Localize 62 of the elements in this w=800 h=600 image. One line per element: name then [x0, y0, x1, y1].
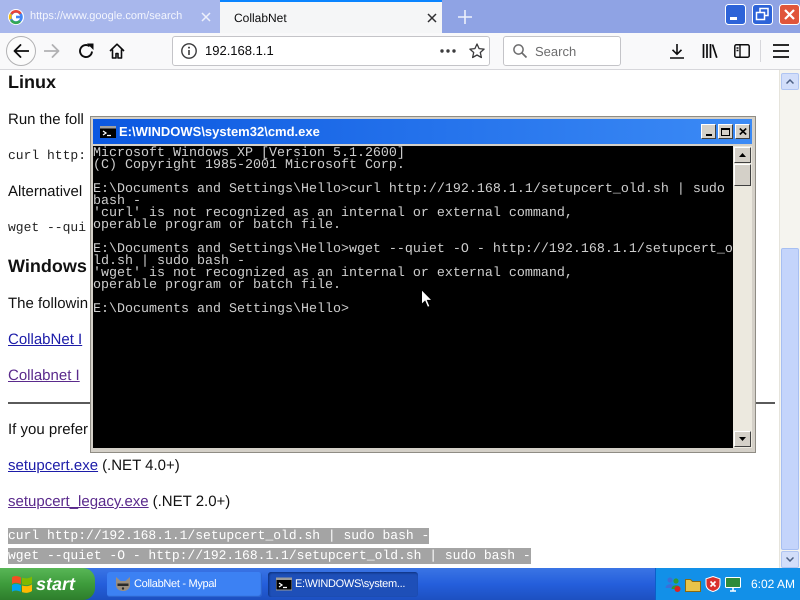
taskbar-button[interactable]: E:\WINDOWS\system... — [268, 572, 418, 596]
close-icon — [738, 128, 746, 135]
code-text: wget --quiet -O - http://192.168.1.1/setupcert_old.sh | sudo bash - — [8, 548, 531, 564]
minimize-icon[interactable] — [725, 4, 746, 25]
code-text: wget --qui — [8, 219, 86, 237]
menu-icon[interactable] — [773, 44, 789, 58]
info-icon[interactable] — [181, 43, 197, 59]
taskbar-button[interactable]: CollabNet - Mypal — [107, 572, 262, 596]
shield-icon[interactable] — [705, 576, 721, 592]
sidebar-icon[interactable] — [734, 44, 750, 58]
chevron-up-icon — [786, 79, 794, 84]
search-field[interactable]: Search — [503, 36, 621, 66]
code-text: curl http: — [8, 147, 86, 165]
home-icon[interactable] — [109, 43, 125, 59]
console-text: E:\Documents and Settings\Hello> — [93, 304, 350, 316]
folder-icon[interactable] — [685, 576, 701, 592]
flag-icon — [12, 575, 32, 593]
window-title: E:\WINDOWS\system32\cmd.exe — [119, 122, 320, 141]
link[interactable]: CollabNet I — [8, 330, 82, 350]
console-icon — [276, 576, 292, 592]
maximize-icon — [721, 128, 730, 136]
console-icon — [100, 126, 116, 138]
pointer-icon — [421, 289, 433, 308]
arrow-up-icon — [739, 153, 746, 157]
console-text: (C) Copyright 1985-2001 Microsoft Corp. — [93, 160, 406, 172]
code-text: curl http://192.168.1.1/setupcert_old.sh | sudo bash - — [8, 528, 430, 544]
monitor-icon[interactable] — [725, 576, 741, 592]
section-heading: Linux — [8, 71, 56, 94]
paragraph-text: Run the foll — [8, 110, 84, 130]
animal-head-icon — [115, 576, 131, 592]
minimize-button[interactable] — [701, 124, 716, 139]
address-field[interactable]: 192.168.1.1 — [172, 36, 490, 66]
minimize-icon — [706, 134, 712, 136]
reload-icon[interactable] — [78, 43, 94, 59]
download-link[interactable]: setupcert_legacy.exe — [8, 492, 149, 512]
close-button[interactable] — [735, 124, 750, 139]
console-text: operable program or batch file. — [93, 280, 342, 292]
paragraph-text: If you prefer — [8, 420, 88, 440]
library-icon[interactable] — [702, 43, 718, 59]
search-icon — [513, 44, 527, 58]
arrow-down-icon — [739, 437, 746, 441]
paragraph-text: The followin — [8, 294, 88, 314]
download-icon[interactable] — [669, 43, 685, 59]
link[interactable]: Collabnet I — [8, 366, 80, 386]
section-heading: Windows — [8, 255, 87, 278]
maximize-button[interactable] — [718, 124, 733, 139]
download-link[interactable]: setupcert.exe — [8, 456, 98, 476]
arrow-left-icon — [13, 44, 29, 58]
restore-icon[interactable] — [752, 4, 773, 25]
chevron-down-icon — [786, 557, 794, 562]
star-icon[interactable] — [469, 43, 485, 59]
more-icon[interactable] — [440, 49, 456, 53]
version-note: (.NET 2.0+) — [152, 492, 230, 512]
clock-text: 6:02 AM — [751, 576, 796, 593]
browser-tab[interactable]: CollabNet — [220, 0, 442, 33]
start-button[interactable]: start — [0, 568, 95, 600]
back-button[interactable] — [6, 36, 36, 66]
version-note: (.NET 4.0+) — [102, 456, 180, 476]
console-text: operable program or batch file. — [93, 220, 342, 232]
scrollbar-thumb[interactable] — [781, 248, 799, 550]
paragraph-text: Alternativel — [8, 182, 82, 202]
close-icon[interactable] — [427, 12, 437, 22]
